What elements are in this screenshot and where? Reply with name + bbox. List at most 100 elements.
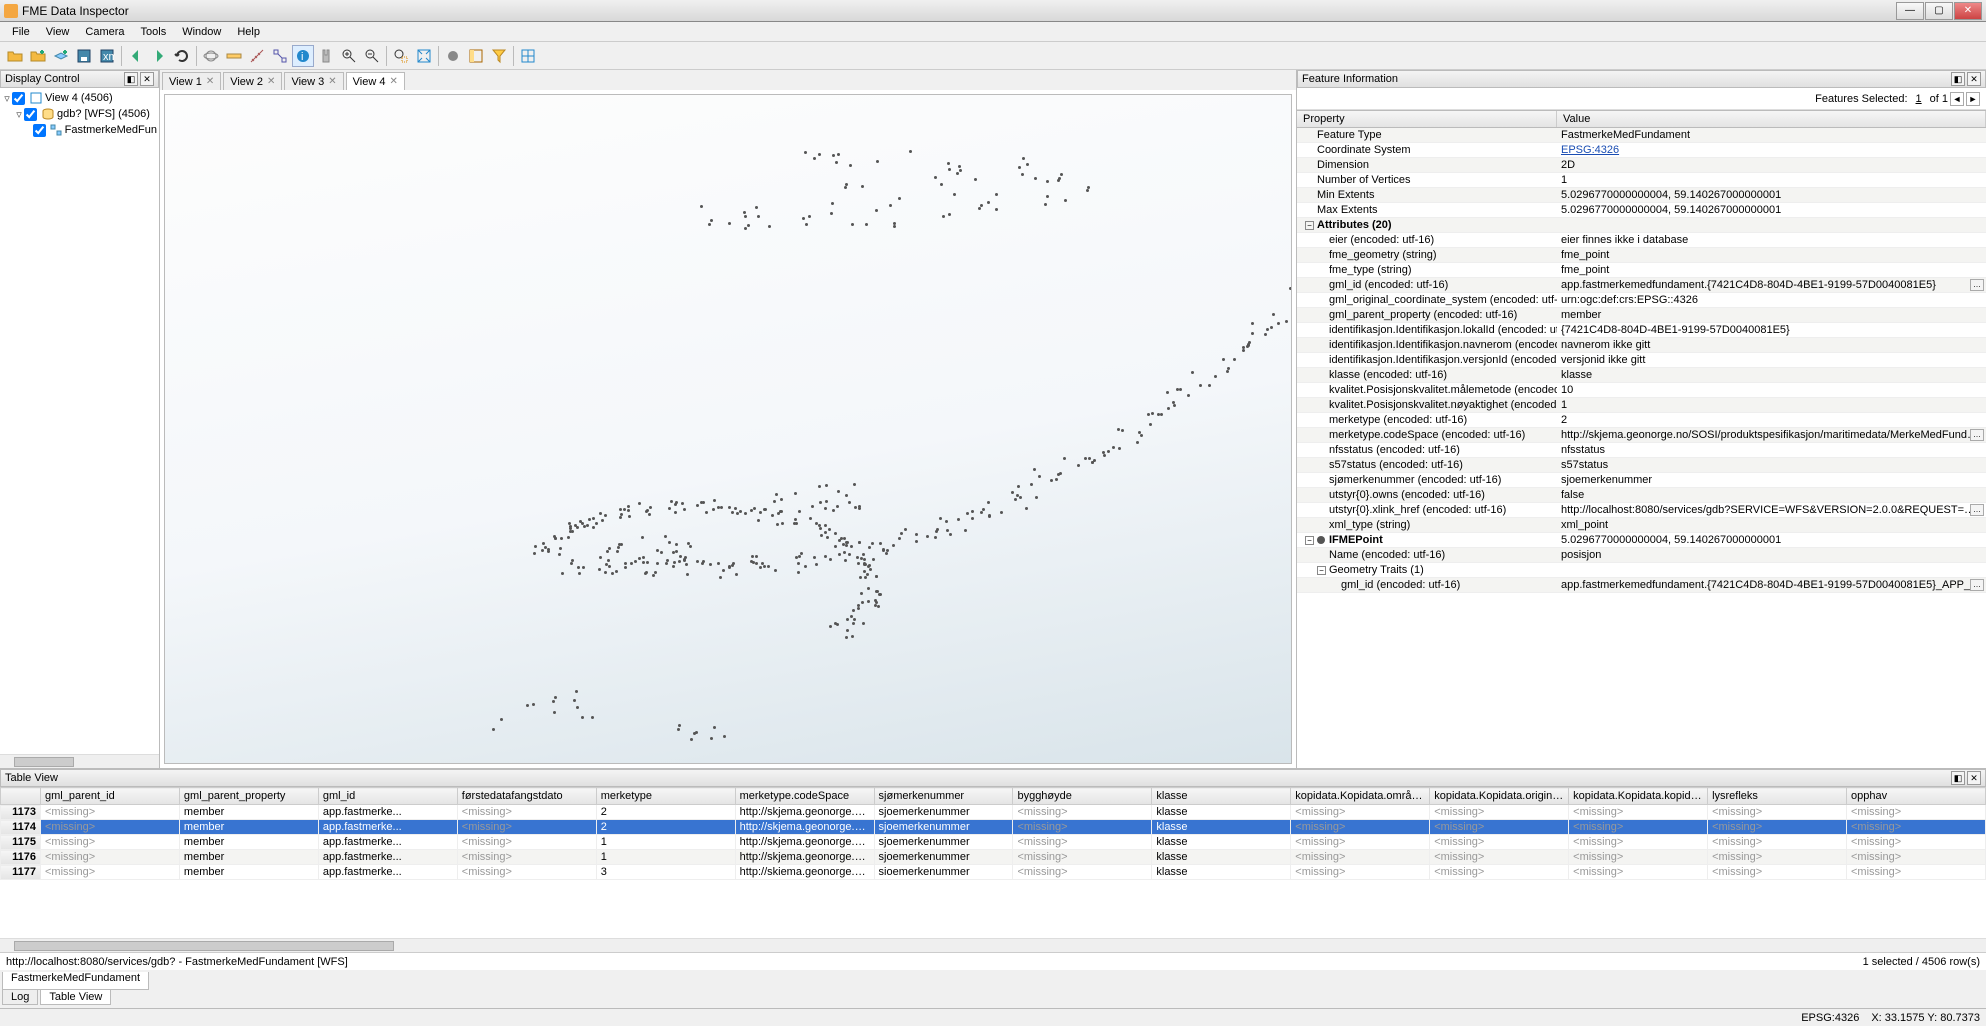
property-row[interactable]: klasse (encoded: utf-16)klasse (1297, 368, 1986, 383)
column-header[interactable]: merketype (596, 788, 735, 805)
view-tab[interactable]: View 4✕ (346, 72, 405, 90)
row-number-header[interactable] (1, 788, 41, 805)
map-canvas[interactable] (164, 94, 1292, 764)
table-row[interactable]: 1176<missing>memberapp.fastmerke...<miss… (1, 850, 1986, 865)
column-header[interactable]: gml_id (318, 788, 457, 805)
table-row[interactable]: 1175<missing>memberapp.fastmerke...<miss… (1, 835, 1986, 850)
layer-checkbox[interactable] (12, 92, 25, 105)
property-row[interactable]: Feature TypeFastmerkeMedFundament (1297, 128, 1986, 143)
column-header[interactable]: merketype.codeSpace (735, 788, 874, 805)
ellipsis-button[interactable]: … (1970, 279, 1984, 291)
property-row[interactable]: xml_type (string)xml_point (1297, 518, 1986, 533)
menu-window[interactable]: Window (174, 24, 229, 40)
zoom-in-icon[interactable] (338, 45, 360, 67)
tree-expand-icon[interactable]: ▿ (2, 92, 12, 105)
filter-icon[interactable] (488, 45, 510, 67)
ruler-icon[interactable] (223, 45, 245, 67)
property-row[interactable]: utstyr{0}.xlink_href (encoded: utf-16)ht… (1297, 503, 1986, 518)
property-row[interactable]: gml_id (encoded: utf-16)app.fastmerkemed… (1297, 278, 1986, 293)
column-header[interactable]: gml_parent_id (41, 788, 180, 805)
zoom-out-icon[interactable] (361, 45, 383, 67)
next-feature-button[interactable]: ► (1966, 92, 1980, 106)
expand-icon[interactable]: − (1317, 566, 1326, 575)
table-scroll[interactable]: gml_parent_idgml_parent_propertygml_idfø… (0, 787, 1986, 938)
menu-file[interactable]: File (4, 24, 38, 40)
property-row[interactable]: gml_id (encoded: utf-16)app.fastmerkemed… (1297, 578, 1986, 593)
tree-item[interactable]: ▿ gdb? [WFS] (4506) (2, 106, 157, 122)
info-icon[interactable]: i (292, 45, 314, 67)
property-row[interactable]: merketype (encoded: utf-16)2 (1297, 413, 1986, 428)
panel-close-button[interactable]: ✕ (1967, 771, 1981, 785)
menu-tools[interactable]: Tools (133, 24, 175, 40)
property-row[interactable]: gml_parent_property (encoded: utf-16)mem… (1297, 308, 1986, 323)
property-row[interactable]: −Geometry Traits (1) (1297, 563, 1986, 578)
save-icon[interactable] (73, 45, 95, 67)
tab-tableview[interactable]: Table View (40, 990, 111, 1005)
prev-feature-button[interactable]: ◄ (1950, 92, 1964, 106)
zoom-select-icon[interactable] (390, 45, 412, 67)
view-tab[interactable]: View 2✕ (223, 72, 282, 90)
pan-icon[interactable] (315, 45, 337, 67)
view-tab[interactable]: View 3✕ (284, 72, 343, 90)
add-layer-icon[interactable] (50, 45, 72, 67)
column-header[interactable]: klasse (1152, 788, 1291, 805)
panel-float-button[interactable]: ◧ (1951, 72, 1965, 86)
panel-close-button[interactable]: ✕ (140, 72, 154, 86)
back-icon[interactable] (125, 45, 147, 67)
layer-tree[interactable]: ▿ View 4 (4506) ▿ gdb? [WFS] (4506) Fast… (0, 88, 159, 754)
property-row[interactable]: identifikasjon.Identifikasjon.navnerom (… (1297, 338, 1986, 353)
close-icon[interactable]: ✕ (206, 76, 214, 87)
property-row[interactable]: Dimension2D (1297, 158, 1986, 173)
marker-icon[interactable] (269, 45, 291, 67)
property-row[interactable]: fme_type (string)fme_point (1297, 263, 1986, 278)
close-icon[interactable]: ✕ (389, 76, 397, 87)
tab-log[interactable]: Log (2, 990, 38, 1005)
property-row[interactable]: Min Extents5.0296770000000004, 59.140267… (1297, 188, 1986, 203)
menu-view[interactable]: View (38, 24, 78, 40)
table-scrollbar[interactable] (0, 938, 1986, 952)
property-row[interactable]: eier (encoded: utf-16)eier finnes ikke i… (1297, 233, 1986, 248)
orbit-icon[interactable] (200, 45, 222, 67)
column-header[interactable]: førstedatafangstdato (457, 788, 596, 805)
row-number[interactable]: 1177 (1, 865, 41, 880)
column-header[interactable]: kopidata.Kopidata.originaldatavert (1430, 788, 1569, 805)
ellipsis-button[interactable]: … (1970, 579, 1984, 591)
panel-float-button[interactable]: ◧ (1951, 771, 1965, 785)
property-row[interactable]: Max Extents5.0296770000000004, 59.140267… (1297, 203, 1986, 218)
ellipsis-button[interactable]: … (1970, 504, 1984, 516)
maximize-button[interactable]: ▢ (1925, 2, 1953, 20)
row-number[interactable]: 1176 (1, 850, 41, 865)
property-row[interactable]: identifikasjon.Identifikasjon.lokalId (e… (1297, 323, 1986, 338)
save-xml-icon[interactable]: xml (96, 45, 118, 67)
minimize-button[interactable]: — (1896, 2, 1924, 20)
table-row[interactable]: 1177<missing>memberapp.fastmerke...<miss… (1, 865, 1986, 880)
ellipsis-button[interactable]: … (1970, 429, 1984, 441)
close-button[interactable]: ✕ (1954, 2, 1982, 20)
column-header[interactable]: kopidata.Kopidata.kopidato (1569, 788, 1708, 805)
menu-camera[interactable]: Camera (77, 24, 132, 40)
column-header[interactable]: gml_parent_property (179, 788, 318, 805)
property-row[interactable]: identifikasjon.Identifikasjon.versjonId … (1297, 353, 1986, 368)
dot-icon[interactable] (442, 45, 464, 67)
expand-icon[interactable]: − (1305, 221, 1314, 230)
row-number[interactable]: 1173 (1, 805, 41, 820)
layer-checkbox[interactable] (33, 124, 46, 137)
tree-expand-icon[interactable] (24, 124, 33, 136)
table-row[interactable]: 1174<missing>memberapp.fastmerke...<miss… (1, 820, 1986, 835)
property-row[interactable]: merketype.codeSpace (encoded: utf-16)htt… (1297, 428, 1986, 443)
grid-icon[interactable] (517, 45, 539, 67)
add-folder-icon[interactable] (27, 45, 49, 67)
property-row[interactable]: gml_original_coordinate_system (encoded:… (1297, 293, 1986, 308)
tab-fastmerke[interactable]: FastmerkeMedFundament (2, 972, 149, 990)
property-row[interactable]: sjømerkenummer (encoded: utf-16)sjoemerk… (1297, 473, 1986, 488)
tree-item[interactable]: FastmerkeMedFun (2, 122, 157, 138)
column-header[interactable]: sjømerkenummer (874, 788, 1013, 805)
data-table[interactable]: gml_parent_idgml_parent_propertygml_idfø… (0, 787, 1986, 880)
property-row[interactable]: Coordinate SystemEPSG:4326 (1297, 143, 1986, 158)
panel-float-button[interactable]: ◧ (124, 72, 138, 86)
view-tab[interactable]: View 1✕ (162, 72, 221, 90)
close-icon[interactable]: ✕ (267, 76, 275, 87)
expand-icon[interactable]: − (1305, 536, 1314, 545)
property-row[interactable]: kvalitet.Posisjonskvalitet.nøyaktighet (… (1297, 398, 1986, 413)
column-header[interactable]: opphav (1846, 788, 1985, 805)
